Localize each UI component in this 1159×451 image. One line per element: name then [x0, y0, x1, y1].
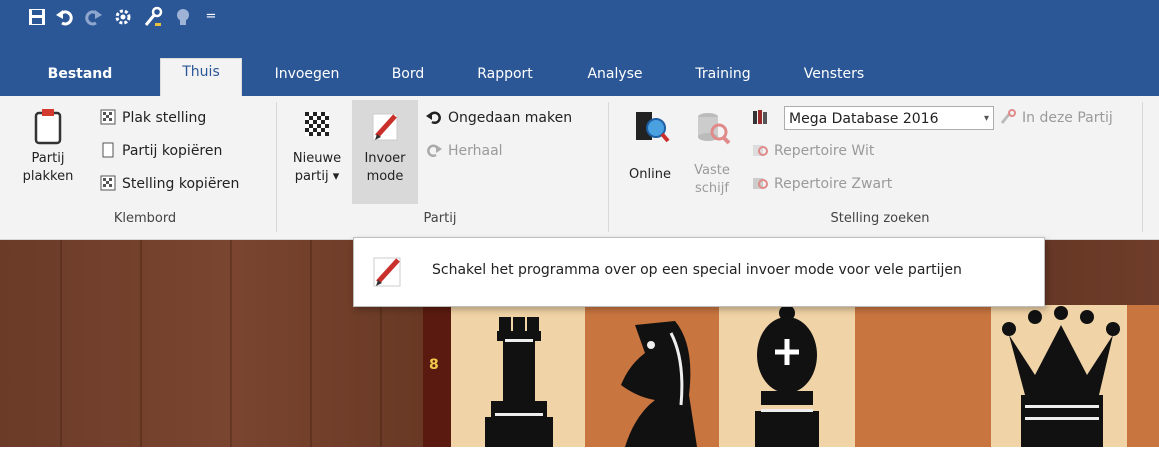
customize-icon[interactable]: = — [200, 6, 222, 28]
redo-arrow-icon — [426, 142, 442, 158]
dropdown-arrow-icon: ▾ — [983, 113, 989, 124]
copy-game-button[interactable]: Partij kopiëren — [100, 139, 222, 163]
board-square[interactable] — [855, 305, 991, 447]
in-this-game-label: In deze Partij — [1022, 110, 1113, 126]
new-game-button[interactable]: Nieuwe partij ▾ — [286, 106, 348, 186]
pencil-icon — [370, 252, 406, 292]
online-label: Online — [629, 167, 671, 182]
paste-game-label: Partij — [31, 151, 65, 166]
board-square[interactable] — [719, 305, 855, 447]
group-separator — [276, 102, 277, 232]
paste-game-button[interactable]: Partij plakken — [18, 106, 78, 186]
tab-vensters[interactable]: Vensters — [784, 61, 884, 91]
new-game-label: Nieuwe — [292, 151, 342, 166]
group-label-klembord: Klembord — [113, 211, 177, 226]
board-square[interactable] — [585, 305, 719, 447]
paste-position-button[interactable]: Plak stelling — [100, 106, 206, 130]
undo-icon[interactable] — [54, 6, 76, 28]
ribbon-tabs: Bestand Thuis Invoegen Bord Rapport Anal… — [0, 34, 1159, 99]
pencil-icon — [365, 106, 405, 146]
black-bishop-icon — [755, 305, 819, 447]
database-dropdown[interactable]: Mega Database 2016 ▾ — [784, 106, 994, 130]
checkered-board-icon — [297, 106, 337, 146]
copy-game-label: Partij kopiëren — [122, 143, 223, 159]
repertoire-white-label: Repertoire Wit — [774, 143, 875, 159]
board-copy-icon — [100, 175, 116, 191]
group-separator — [608, 102, 609, 232]
hard-disk-button[interactable]: Vaste schijf — [686, 108, 738, 198]
board-square[interactable] — [1127, 305, 1159, 447]
clipboard-icon — [28, 106, 68, 146]
paste-position-label: Plak stelling — [122, 110, 207, 126]
repertoire-icon — [752, 175, 768, 191]
rank-label: 8 — [429, 357, 439, 373]
copy-position-button[interactable]: Stelling kopiëren — [100, 172, 239, 196]
board-icon — [100, 109, 116, 125]
tab-analyse[interactable]: Analyse — [570, 61, 660, 91]
online-search-icon — [630, 108, 670, 148]
group-separator — [1142, 102, 1143, 232]
input-mode-button[interactable]: Invoer mode — [352, 100, 418, 204]
engine-icon[interactable] — [112, 6, 134, 28]
database-search-icon — [692, 108, 732, 148]
redo-label: Herhaal — [448, 143, 503, 159]
undo-button[interactable]: Ongedaan maken — [426, 106, 572, 130]
save-icon[interactable] — [26, 6, 48, 28]
undo-arrow-icon — [426, 109, 442, 125]
input-mode-label-2: mode — [366, 169, 404, 184]
tab-training[interactable]: Training — [678, 61, 768, 91]
tooltip-text: Schakel het programma over op een specia… — [432, 262, 962, 278]
tooltip: Schakel het programma over op een specia… — [353, 237, 1045, 307]
group-label-partij: Partij — [423, 211, 457, 226]
new-game-label-2: partij — [294, 169, 329, 184]
black-rook-icon — [485, 317, 553, 447]
board-border: 8 — [423, 305, 451, 447]
board-square[interactable] — [451, 305, 585, 447]
group-label-stelling-zoeken: Stelling zoeken — [830, 211, 930, 226]
redo-icon[interactable] — [82, 6, 104, 28]
redo-button[interactable]: Herhaal — [426, 139, 503, 163]
tab-bord[interactable]: Bord — [370, 61, 446, 91]
quick-access-toolbar: = — [0, 0, 1159, 34]
repertoire-black-button[interactable]: Repertoire Zwart — [752, 172, 892, 196]
repertoire-black-label: Repertoire Zwart — [774, 176, 893, 192]
board-square[interactable] — [991, 305, 1127, 447]
tab-thuis[interactable]: Thuis — [160, 58, 242, 99]
in-this-game-button[interactable]: In deze Partij — [1000, 106, 1113, 130]
chevron-down-icon: ▾ — [332, 169, 340, 184]
database-dropdown-value: Mega Database 2016 — [789, 111, 939, 127]
search-in-game-icon — [1000, 109, 1016, 125]
tab-invoegen[interactable]: Invoegen — [262, 61, 352, 91]
tab-rapport[interactable]: Rapport — [460, 61, 550, 91]
repertoire-icon — [752, 142, 768, 158]
repertoire-white-button[interactable]: Repertoire Wit — [752, 139, 874, 163]
paste-game-label-2: plakken — [22, 169, 74, 184]
tools-icon[interactable] — [142, 6, 164, 28]
undo-label: Ongedaan maken — [448, 110, 573, 126]
ribbon: Partij plakken Plak stelling Partij kopi… — [0, 96, 1159, 240]
input-mode-label: Invoer — [364, 151, 406, 166]
bulb-icon[interactable] — [172, 6, 194, 28]
copy-position-label: Stelling kopiëren — [122, 176, 240, 192]
database-books-icon — [752, 109, 768, 125]
hard-disk-label-2: schijf — [695, 181, 729, 196]
black-queen-icon — [1002, 306, 1120, 447]
online-button[interactable]: Online — [620, 108, 680, 184]
page-icon — [100, 142, 116, 158]
black-knight-icon — [621, 321, 697, 447]
hard-disk-label: Vaste — [694, 163, 730, 178]
tab-bestand[interactable]: Bestand — [36, 61, 124, 91]
database-select-row — [752, 106, 774, 130]
